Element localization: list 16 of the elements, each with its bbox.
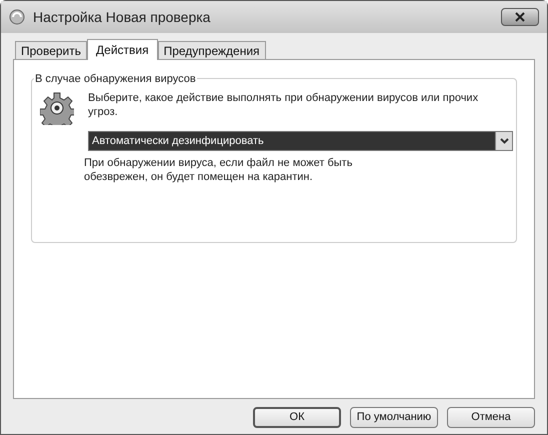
app-icon [9, 9, 25, 25]
dialog-button[interactable]: Отмена [447, 407, 535, 428]
window-title: Настройка Новая проверка [33, 8, 210, 27]
gear-icon [40, 91, 74, 125]
dialog-button[interactable]: ОК [253, 407, 341, 428]
dialog-button[interactable]: По умолчанию [350, 407, 438, 428]
group-title: В случае обнаружения вирусов [34, 71, 197, 88]
prompt-text: Выберите, какое действие выполнять при обнаружении вирусов или прочих угроз. [88, 91, 480, 119]
close-button[interactable] [501, 8, 539, 26]
tab[interactable]: Проверить [15, 41, 88, 59]
tab[interactable]: Предупреждения [158, 41, 266, 59]
action-dropdown[interactable]: Автоматически дезинфицировать [88, 131, 513, 151]
note-text: При обнаружении вируса, если файл не может быть обезврежен, он будет помещен на карантин. [84, 156, 354, 184]
close-icon [515, 12, 525, 22]
tab[interactable]: Действия [87, 39, 158, 60]
chevron-down-icon [500, 138, 508, 144]
